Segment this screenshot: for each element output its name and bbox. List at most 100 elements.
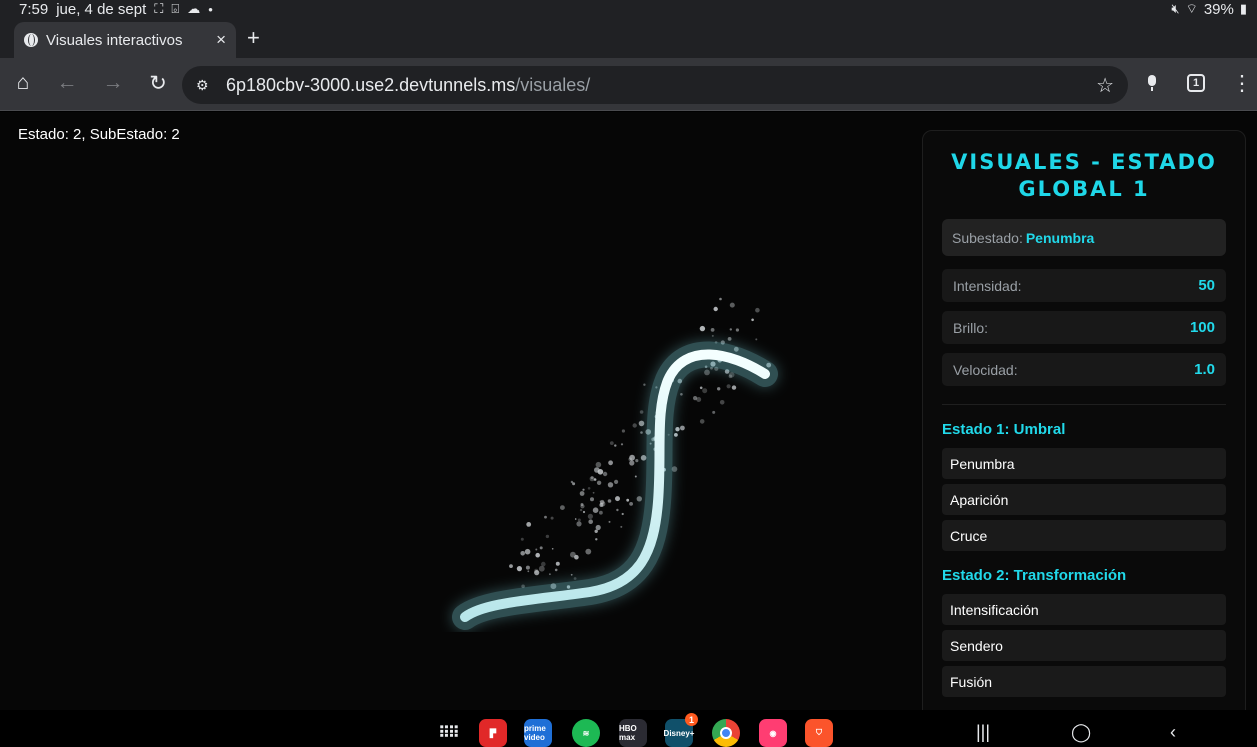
option-aparicion[interactable]: Aparición <box>942 484 1226 515</box>
mic-button[interactable] <box>1140 70 1164 96</box>
particle <box>640 455 647 461</box>
particle <box>593 478 597 481</box>
tab-strip: Visuales interactivos × + <box>0 18 1257 58</box>
param-velocidad[interactable]: Velocidad: 1.0 <box>942 353 1226 386</box>
disney-plus-label: Disney+ <box>663 728 695 738</box>
particle <box>711 334 714 337</box>
brave-icon[interactable]: ⛉ <box>805 719 833 747</box>
particle <box>634 475 637 478</box>
chrome-icon[interactable] <box>712 719 740 747</box>
particle <box>696 397 702 402</box>
particle <box>608 520 611 523</box>
group-title-estado-2: Estado 2: Transformación <box>942 567 1127 584</box>
particle <box>727 337 732 341</box>
back-icon[interactable]: ← <box>55 70 79 96</box>
particle <box>587 487 591 490</box>
particle <box>527 570 530 573</box>
url-text[interactable]: 6p180cbv-3000.use2.devtunnels.ms/visuale… <box>226 75 590 96</box>
particle <box>570 573 573 576</box>
option-penumbra[interactable]: Penumbra <box>942 448 1226 479</box>
home-icon[interactable]: ⌂ <box>11 70 35 96</box>
system-status-bar: 7:59 jue, 4 de sept ⛶ ⌻ ☁ • 🔇︎ ⌔ 39% ▮ <box>0 0 1257 18</box>
battery-icon: ▮ <box>1239 1 1247 16</box>
particle <box>579 491 585 496</box>
particle <box>570 551 576 558</box>
particle <box>541 561 546 567</box>
particle <box>520 537 524 541</box>
particle <box>671 466 678 472</box>
tab-title: Visuales interactivos <box>46 31 183 49</box>
particle <box>573 577 577 580</box>
prime-video-icon[interactable]: prime video <box>524 719 552 747</box>
hbo-max-icon[interactable]: HBO max <box>619 719 647 747</box>
particle <box>579 508 583 512</box>
particle <box>590 476 594 480</box>
site-settings-icon[interactable]: ⚙ <box>196 77 214 94</box>
particle <box>592 507 599 513</box>
particle <box>640 431 643 434</box>
browser-tab[interactable]: Visuales interactivos × <box>14 22 236 58</box>
particle <box>572 482 576 486</box>
particle <box>590 497 594 502</box>
particle <box>525 565 530 570</box>
param-label: Brillo: <box>953 319 989 336</box>
back-nav-icon[interactable]: ‹ <box>1170 722 1176 743</box>
bookmark-star-icon[interactable]: ☆ <box>1096 73 1114 98</box>
address-bar[interactable]: ⚙ 6p180cbv-3000.use2.devtunnels.ms/visua… <box>182 66 1128 104</box>
control-panel: VISUALES - ESTADO GLOBAL 1 Subestado: Pe… <box>922 130 1246 710</box>
screenshot-icon: ⛶ <box>154 1 164 16</box>
particle <box>621 429 625 433</box>
particle <box>675 427 680 432</box>
particle <box>629 460 635 466</box>
particle <box>699 419 705 424</box>
forward-icon[interactable]: → <box>101 70 125 96</box>
flipboard-icon[interactable]: ▛ <box>479 719 507 747</box>
notification-badge: 1 <box>685 713 698 726</box>
particle <box>713 306 718 312</box>
particle <box>592 491 595 494</box>
spotify-icon[interactable]: ≋ <box>572 719 600 747</box>
particle <box>509 564 513 568</box>
screen-capture-icon: ⌻ <box>171 1 180 16</box>
particle <box>602 471 608 477</box>
param-brillo[interactable]: Brillo: 100 <box>942 311 1226 344</box>
particle <box>614 444 617 447</box>
close-tab-icon[interactable]: × <box>216 30 226 50</box>
particle <box>729 328 732 331</box>
screen-recorder-icon[interactable]: ◉ <box>759 719 787 747</box>
substate-display: Subestado: Penumbra <box>942 219 1226 256</box>
particle <box>555 561 560 566</box>
system-taskbar: ⠿⠿ ▛ prime video ≋ HBO max Disney+ 1 ◉ ⛉… <box>0 710 1257 747</box>
particle <box>717 387 721 391</box>
disney-plus-icon[interactable]: Disney+ 1 <box>663 713 698 747</box>
particle <box>544 515 547 519</box>
param-value: 100 <box>1189 319 1215 336</box>
recent-apps-icon[interactable]: ||| <box>976 722 990 743</box>
particle <box>608 460 613 466</box>
particle <box>626 498 630 502</box>
param-intensidad[interactable]: Intensidad: 50 <box>942 269 1226 302</box>
home-nav-icon[interactable]: ◯ <box>1071 722 1091 743</box>
tab-switcher-button[interactable]: 1 <box>1184 70 1208 96</box>
particle <box>719 297 722 301</box>
particle <box>699 325 706 332</box>
particle <box>735 328 739 332</box>
particle <box>599 510 603 515</box>
option-sendero[interactable]: Sendero <box>942 630 1226 661</box>
menu-icon[interactable]: ⋮ <box>1230 70 1254 96</box>
new-tab-button[interactable]: + <box>247 25 260 51</box>
particle <box>595 538 598 541</box>
option-fusion[interactable]: Fusión <box>942 666 1226 697</box>
particle <box>680 393 683 396</box>
particle <box>674 433 678 437</box>
apps-grid-icon[interactable]: ⠿⠿ <box>434 719 462 747</box>
reload-icon[interactable]: ↻ <box>146 70 170 96</box>
particle <box>638 420 645 427</box>
panel-title: VISUALES - ESTADO GLOBAL 1 <box>951 150 1217 201</box>
particle <box>751 318 754 322</box>
wifi-icon: ⌔ <box>1185 1 1198 16</box>
option-intensificacion[interactable]: Intensificación <box>942 594 1226 625</box>
tab-count: 1 <box>1187 74 1205 92</box>
option-cruce[interactable]: Cruce <box>942 520 1226 551</box>
ribbon-glow <box>452 341 778 630</box>
